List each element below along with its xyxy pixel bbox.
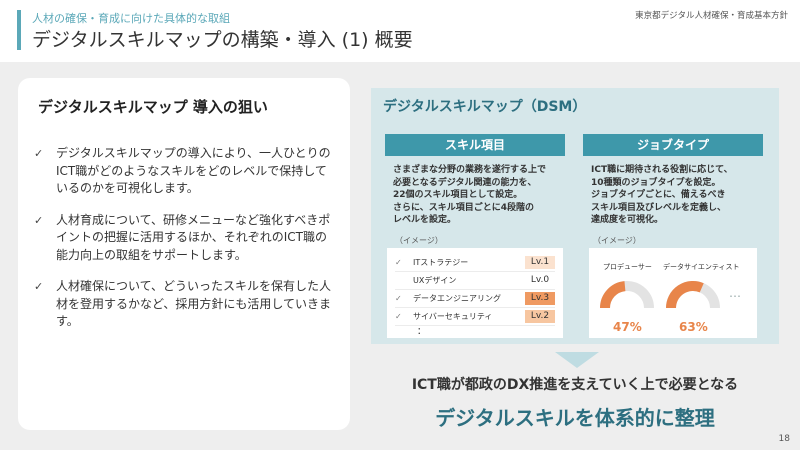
document-title: 東京都デジタル人材確保・育成基本方針 [635,11,788,21]
checkmark-icon: ✓ [34,213,44,227]
description-line: さまざまな分野の業務を遂行する上で [393,165,547,175]
check-mark: ✓ [395,312,402,321]
page-title: デジタルスキルマップの構築・導入 (1) 概要 [32,29,413,51]
skill-row: UXデザイン Lv.0 [395,272,555,290]
description-line: レベルを設定。 [393,215,457,226]
aims-list: ✓ デジタルスキルマップの導入により、一人ひとりのICT職がどのようなスキルをど… [34,145,334,331]
slide-header: 人材の確保・育成に向けた具体的な取組 デジタルスキルマップの構築・導入 (1) … [0,0,800,62]
skill-column-header: スキル項目 [385,134,565,156]
header-subtitle: 人材の確保・育成に向けた具体的な取組 [32,12,230,25]
gauge-chart [600,281,654,309]
gauge-value: 47% [613,320,642,334]
job-name: プロデューサー [603,263,652,271]
skill-map-sample: ✓ ITストラテジー Lv.1 UXデザイン Lv.0 ✓ データエンジニアリン… [387,248,563,338]
checkmark-icon: ✓ [34,147,44,160]
more-indicator: … [729,286,742,300]
skill-level: Lv.1 [525,256,555,269]
jobtype-sample: プロデューサー 47% データサイエンティスト 63% … [589,248,757,338]
skill-level: Lv.2 [525,310,555,323]
skill-column-description: さまざまな分野の業務を遂行する上で 必要となるデジタル関連の能力を、 22個のス… [385,156,565,227]
skill-row: ✓ ITストラテジー Lv.1 [395,254,555,272]
jobtype-column: ジョブタイプ ICT職に期待される役割に応じて、 10種類のジョブタイプを設定。… [583,134,763,246]
conclusion-text: ICT職が都政のDX推進を支えていく上で必要となる [411,377,739,393]
gauge-chart [666,281,720,309]
list-item-text: 人材育成について、研修メニューなど強化すべきポイントの把握に活用するほか、それぞ… [56,212,331,262]
gauge-fill [600,281,626,309]
jobtype-column-header: ジョブタイプ [583,134,763,156]
skill-row: ✓ サイバーセキュリティ Lv.2 [395,308,555,326]
checkmark-icon: ✓ [34,280,44,293]
job-name: データサイエンティスト [663,263,740,271]
skill-name: データエンジニアリング [413,294,501,303]
list-item-text: デジタルスキルマップの導入により、一人ひとりのICT職がどのようなスキルをどのレ… [56,146,331,195]
description-line: 達成度を可視化。 [591,215,664,226]
check-mark: ✓ [395,258,402,267]
skill-name: UXデザイン [413,276,457,285]
gauge-value: 63% [679,320,708,334]
header-accent-bar [17,10,21,50]
dsm-panel: デジタルスキルマップ（DSM） スキル項目 さまざまな分野の業務を遂行する上で … [371,88,779,344]
skill-name: サイバーセキュリティ [413,312,493,321]
description-line: スキル項目及びレベルを定義し、 [591,202,727,213]
aims-card: デジタルスキルマップ 導入の狙い ✓ デジタルスキルマップの導入により、一人ひと… [18,78,350,430]
list-item-text: 人材確保について、どういったスキルを保有した人材を登用するかなど、採用方針にも活… [56,279,332,328]
description-line: 10種類のジョブタイプを設定。 [591,177,721,188]
gauge-fill [666,281,704,309]
list-item: ✓ デジタルスキルマップの導入により、一人ひとりのICT職がどのようなスキルをど… [34,145,334,198]
dsm-title: デジタルスキルマップ（DSM） [383,99,587,115]
skill-name: ITストラテジー [413,258,469,267]
conclusion-headline: デジタルスキルを体系的に整理 [435,406,715,430]
jobtype-column-description: ICT職に期待される役割に応じて、 10種類のジョブタイプを設定。 ジョブタイプ… [583,156,763,227]
skill-level: Lv.0 [530,275,550,285]
down-arrow-icon [555,352,599,368]
description-line: さらに、スキル項目ごとに4段階の [393,202,534,213]
skill-level: Lv.3 [525,292,555,305]
list-item: ✓ 人材育成について、研修メニューなど強化すべきポイントの把握に活用するほか、そ… [34,212,334,265]
page-number: 18 [778,434,790,444]
aims-card-title: デジタルスキルマップ 導入の狙い [38,98,268,116]
description-line: 必要となるデジタル関連の能力を、 [393,177,537,188]
skill-row: ✓ データエンジニアリング Lv.3 [395,290,555,308]
check-mark: ✓ [395,294,402,303]
description-line: ICT職に期待される役割に応じて、 [591,165,733,175]
skill-column: スキル項目 さまざまな分野の業務を遂行する上で 必要となるデジタル関連の能力を、… [385,134,565,246]
description-line: ジョブタイプごとに、備えるべき [591,190,726,201]
skill-list-continuation: ： [417,327,427,337]
image-label: （イメージ） [395,235,443,245]
image-label: （イメージ） [593,235,641,245]
list-item: ✓ 人材確保について、どういったスキルを保有した人材を登用するかなど、採用方針に… [34,278,334,331]
description-line: 22個のスキル項目として設定。 [393,190,523,201]
